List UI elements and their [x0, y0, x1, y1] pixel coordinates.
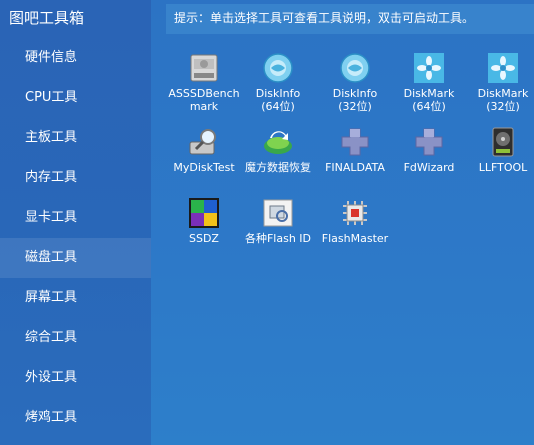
sidebar-item-label: 主板工具 [25, 130, 78, 145]
tool-fdwizard[interactable]: FdWizard [391, 126, 467, 174]
sidebar-item-screen-tools[interactable]: 屏幕工具 [0, 278, 151, 318]
tool-label: DiskMark [477, 87, 529, 100]
ssdz-icon [188, 197, 220, 229]
tool-mofang-recovery[interactable]: 魔方数据恢复 [240, 126, 316, 174]
flower-icon [413, 52, 445, 84]
sidebar-item-hardware-info[interactable]: 硬件信息 [0, 38, 151, 78]
tool-label: (64位) [261, 100, 295, 113]
sidebar-item-motherboard-tools[interactable]: 主板工具 [0, 118, 151, 158]
sidebar-item-label: 外设工具 [25, 370, 78, 385]
tool-label: FdWizard [403, 161, 455, 174]
sidebar-item-label: 综合工具 [25, 330, 78, 345]
sidebar-item-label: 显卡工具 [25, 210, 78, 225]
tool-label: SSDZ [189, 232, 219, 245]
tool-assssdbenchmark[interactable]: ASSSDBench mark [166, 52, 242, 113]
sidebar-item-stress-tools[interactable]: 烤鸡工具 [0, 398, 151, 438]
app-title: 图吧工具箱 [9, 9, 85, 27]
magnifier-disk-icon [188, 126, 220, 158]
sidebar-item-disk-tools[interactable]: 磁盘工具 [0, 238, 151, 278]
sidebar-item-label: 硬件信息 [25, 50, 78, 65]
tool-label: (32位) [486, 100, 520, 113]
flower-icon [487, 52, 519, 84]
tool-diskmark-64[interactable]: DiskMark (64位) [391, 52, 467, 113]
diskinfo-icon [262, 52, 294, 84]
tool-label: (32位) [338, 100, 372, 113]
sidebar-item-peripheral-tools[interactable]: 外设工具 [0, 358, 151, 398]
tool-label: (64位) [412, 100, 446, 113]
tool-label: MyDiskTest [173, 161, 235, 174]
sidebar-item-cpu-tools[interactable]: CPU工具 [0, 78, 151, 118]
tool-label: 各种Flash ID [244, 232, 312, 245]
tool-mydisktest[interactable]: MyDiskTest [166, 126, 242, 174]
sidebar-item-memory-tools[interactable]: 内存工具 [0, 158, 151, 198]
tool-label: DiskInfo [255, 87, 301, 100]
tool-llftool[interactable]: LLFTOOL [465, 126, 534, 174]
hint-bar: 提示：单击选择工具可查看工具说明，双击可启动工具。 [166, 4, 534, 34]
chip-icon [339, 197, 371, 229]
tool-diskmark-32[interactable]: DiskMark (32位) [465, 52, 534, 113]
sidebar-item-label: 烤鸡工具 [25, 410, 78, 425]
tool-label: DiskInfo [332, 87, 378, 100]
tool-diskinfo-32[interactable]: DiskInfo (32位) [317, 52, 393, 113]
sidebar-item-label: 屏幕工具 [25, 290, 78, 305]
tool-label: mark [189, 100, 219, 113]
tool-label: FlashMaster [321, 232, 389, 245]
tool-finaldata[interactable]: FINALDATA [317, 126, 393, 174]
recovery-icon [262, 126, 294, 158]
tool-label: LLFTOOL [478, 161, 528, 174]
tool-label: DiskMark [403, 87, 455, 100]
tool-ssdz[interactable]: SSDZ [166, 197, 242, 245]
ssd-icon [188, 52, 220, 84]
tool-label: FINALDATA [325, 161, 385, 174]
puzzle-icon [339, 126, 371, 158]
sidebar: 图吧工具箱 硬件信息 CPU工具 主板工具 内存工具 显卡工具 磁盘工具 屏幕工… [0, 0, 151, 445]
flashid-icon [262, 197, 294, 229]
sidebar-item-label: 内存工具 [25, 170, 78, 185]
hdd-icon [487, 126, 519, 158]
tool-flashmaster[interactable]: FlashMaster [317, 197, 393, 245]
sidebar-item-label: CPU工具 [25, 90, 78, 105]
puzzle-icon [413, 126, 445, 158]
tool-label: ASSSDBench [168, 87, 240, 100]
tool-flash-id[interactable]: 各种Flash ID [240, 197, 316, 245]
tool-label: 魔方数据恢复 [245, 161, 311, 174]
diskinfo-icon [339, 52, 371, 84]
sidebar-item-gpu-tools[interactable]: 显卡工具 [0, 198, 151, 238]
sidebar-item-general-tools[interactable]: 综合工具 [0, 318, 151, 358]
tool-diskinfo-64[interactable]: DiskInfo (64位) [240, 52, 316, 113]
sidebar-item-label: 磁盘工具 [25, 250, 78, 265]
